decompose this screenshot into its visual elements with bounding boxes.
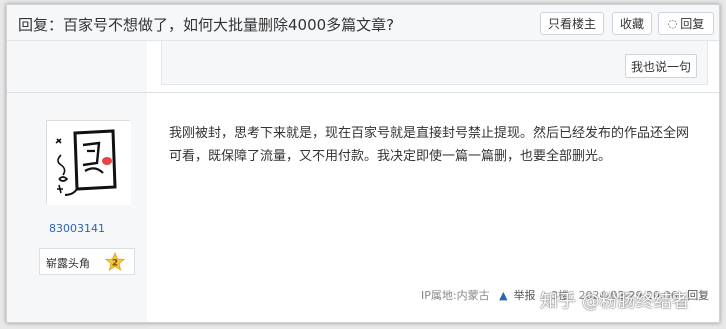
reply-icon: ◌ [667, 17, 678, 30]
avatar-doodle-icon [47, 121, 131, 205]
rank-star-icon: 2 [105, 252, 125, 271]
previous-post-author-column [7, 41, 147, 92]
favorite-button[interactable]: 收藏 [612, 12, 652, 35]
report-link[interactable]: ▲ 举报 [499, 289, 541, 302]
report-label: 举报 [513, 289, 536, 302]
zhihu-watermark: 知乎 @粉肠终结者 [540, 291, 690, 312]
avatar[interactable] [46, 120, 131, 205]
rank-label: 崭露头角 [46, 257, 90, 270]
previous-post-comment-area: 我也说一句 [161, 41, 708, 85]
reply-button[interactable]: ◌ 回复 [658, 12, 714, 35]
add-comment-button[interactable]: 我也说一句 [625, 54, 697, 78]
post-content: 我刚被封，思考下来就是，现在百家号就是直接封号禁止提现。然后已经发布的作品还全网… [169, 126, 690, 164]
only-op-button[interactable]: 只看楼主 [540, 12, 604, 35]
ip-location: IP属地:内蒙古 [421, 289, 490, 302]
thread-title: 回复：百家号不想做了，如何大批量删除4000多篇文章? [18, 16, 395, 34]
author-column: 83003141 崭露头角 2 [7, 93, 147, 322]
reply-button-label: 回复 [680, 17, 705, 31]
author-rank: 崭露头角 2 [39, 248, 135, 275]
thread-header: 回复：百家号不想做了，如何大批量删除4000多篇文章? 只看楼主 收藏 ◌ 回复 [7, 5, 719, 41]
post-reply-link[interactable]: 回复 [687, 289, 709, 302]
rank-level: 2 [112, 259, 118, 269]
author-username[interactable]: 83003141 [7, 222, 147, 235]
report-icon: ▲ [499, 289, 508, 302]
post-window: 回复：百家号不想做了，如何大批量删除4000多篇文章? 只看楼主 收藏 ◌ 回复… [6, 4, 720, 323]
